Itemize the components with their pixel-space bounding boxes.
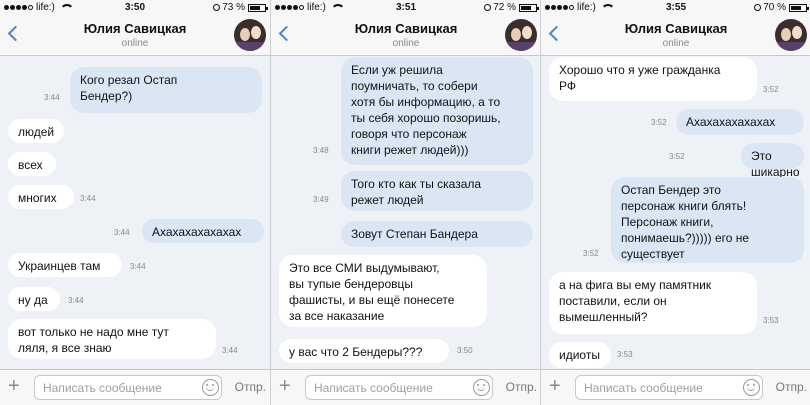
message-input[interactable]: Написать сообщение: [575, 375, 763, 400]
screen-3: life:) 3:55 70 % Юлия Савицкая online Хорошо …: [540, 0, 810, 405]
contact-status: online: [662, 38, 690, 49]
message-composer: + Написать сообщение Отпр.: [271, 369, 540, 405]
incoming-message[interactable]: Это все СМИ выдумывают, вы тупые бендеро…: [279, 255, 487, 327]
incoming-message[interactable]: ну да: [8, 287, 60, 311]
message-input[interactable]: Написать сообщение: [34, 375, 222, 400]
outgoing-message[interactable]: Ахахахахахахах: [676, 109, 804, 135]
message-input-placeholder: Написать сообщение: [43, 381, 162, 395]
avatar[interactable]: [505, 19, 537, 51]
status-bar: life:) 3:51 72 %: [271, 0, 540, 16]
add-attachment-icon[interactable]: +: [8, 375, 20, 397]
message-time: 3:53: [763, 316, 779, 325]
outgoing-message[interactable]: Это шикарно: [741, 143, 804, 179]
incoming-message[interactable]: людей: [8, 119, 64, 143]
back-chevron-icon[interactable]: [548, 24, 560, 42]
message-time: 3:44: [80, 194, 96, 203]
avatar-person-right: [792, 26, 802, 39]
screen-1: life:) 3:50 73 % Юлия Савицкая online Кого ре…: [0, 0, 270, 405]
incoming-message[interactable]: многих: [8, 185, 74, 209]
add-attachment-icon[interactable]: +: [279, 375, 291, 397]
battery-icon: [248, 3, 268, 12]
chat-header: Юлия Савицкая online: [271, 16, 540, 56]
battery-icon: [789, 3, 809, 12]
send-button[interactable]: Отпр.: [506, 380, 537, 394]
avatar-clothing: [775, 42, 807, 51]
incoming-message[interactable]: идиоты: [549, 342, 611, 368]
message-composer: + Написать сообщение Отпр.: [0, 369, 270, 405]
back-chevron-icon[interactable]: [278, 24, 290, 42]
battery-area: 72 %: [483, 2, 539, 13]
emoji-icon[interactable]: [202, 379, 219, 396]
avatar-clothing: [505, 42, 537, 51]
add-attachment-icon[interactable]: +: [549, 375, 561, 397]
contact-status: online: [392, 38, 420, 49]
incoming-message[interactable]: вот только не надо мне тут ляля, я все з…: [8, 319, 216, 359]
lock-rotation-icon: [212, 3, 221, 12]
outgoing-message[interactable]: Ахахахахахахах: [142, 219, 264, 243]
message-input-placeholder: Написать сообщение: [314, 381, 433, 395]
incoming-message[interactable]: Хорошо что я уже гражданка РФ: [549, 57, 757, 101]
message-time: 3:44: [130, 262, 146, 271]
message-input[interactable]: Написать сообщение: [305, 375, 493, 400]
message-time: 3:53: [617, 350, 633, 359]
battery-area: 73 %: [212, 2, 268, 13]
outgoing-message[interactable]: Остап Бендер это персонаж книги блять! П…: [611, 177, 804, 263]
avatar-person-right: [251, 26, 261, 39]
incoming-message[interactable]: Украинцев там: [8, 253, 122, 277]
incoming-message[interactable]: у вас что 2 Бендеры???: [279, 339, 449, 363]
chat-header: Юлия Савицкая online: [0, 16, 270, 56]
message-time: 3:52: [763, 85, 779, 94]
lock-rotation-icon: [483, 3, 492, 12]
contact-status: online: [121, 38, 149, 49]
message-composer: + Написать сообщение Отпр.: [541, 369, 810, 405]
message-time: 3:44: [68, 296, 84, 305]
message-list[interactable]: Хорошо что я уже гражданка РФ 3:52 Ахахаха…: [541, 57, 810, 369]
incoming-message[interactable]: всех: [8, 152, 56, 176]
chat-header: Юлия Савицкая online: [541, 16, 810, 56]
outgoing-message[interactable]: Того кто как ты сказала режет людей: [341, 171, 533, 211]
message-list[interactable]: Кого резал Остап Бендер?) 3:44 людей всех мн…: [0, 57, 270, 369]
outgoing-message[interactable]: Если уж решила поумничать, то собери хот…: [341, 57, 533, 165]
message-time: 3:44: [44, 93, 60, 102]
incoming-message[interactable]: а на фига вы ему памятник поставили, есл…: [549, 272, 757, 334]
message-time: 3:49: [313, 195, 329, 204]
status-bar: life:) 3:50 73 %: [0, 0, 270, 16]
message-time: 3:52: [651, 118, 667, 127]
message-time: 3:48: [313, 146, 329, 155]
battery-percent: 70 %: [763, 2, 786, 13]
avatar-clothing: [234, 42, 266, 51]
avatar-person-right: [522, 26, 532, 39]
message-time: 3:52: [583, 249, 599, 258]
battery-percent: 73 %: [222, 2, 245, 13]
emoji-icon[interactable]: [743, 379, 760, 396]
battery-icon: [519, 3, 539, 12]
avatar-person-left: [511, 28, 521, 41]
battery-percent: 72 %: [493, 2, 516, 13]
screen-2: life:) 3:51 72 % Юлия Савицкая online Если уж…: [270, 0, 540, 405]
avatar[interactable]: [775, 19, 807, 51]
contact-name: Юлия Савицкая: [624, 21, 728, 36]
contact-name: Юлия Савицкая: [83, 21, 187, 36]
message-list[interactable]: Если уж решила поумничать, то собери хот…: [271, 57, 540, 369]
lock-rotation-icon: [753, 3, 762, 12]
message-time: 3:44: [114, 228, 130, 237]
emoji-icon[interactable]: [473, 379, 490, 396]
message-time: 3:44: [222, 346, 238, 355]
message-time: 3:50: [457, 346, 473, 355]
battery-area: 70 %: [753, 2, 809, 13]
send-button[interactable]: Отпр.: [776, 380, 807, 394]
avatar-person-left: [781, 28, 791, 41]
outgoing-message[interactable]: Зовут Степан Бандера: [341, 221, 533, 247]
avatar[interactable]: [234, 19, 266, 51]
message-input-placeholder: Написать сообщение: [584, 381, 703, 395]
message-time: 3:52: [669, 152, 685, 161]
outgoing-message[interactable]: Кого резал Остап Бендер?): [70, 67, 262, 113]
send-button[interactable]: Отпр.: [235, 380, 266, 394]
contact-name: Юлия Савицкая: [354, 21, 458, 36]
avatar-person-left: [240, 28, 250, 41]
back-chevron-icon[interactable]: [7, 24, 19, 42]
status-bar: life:) 3:55 70 %: [541, 0, 810, 16]
